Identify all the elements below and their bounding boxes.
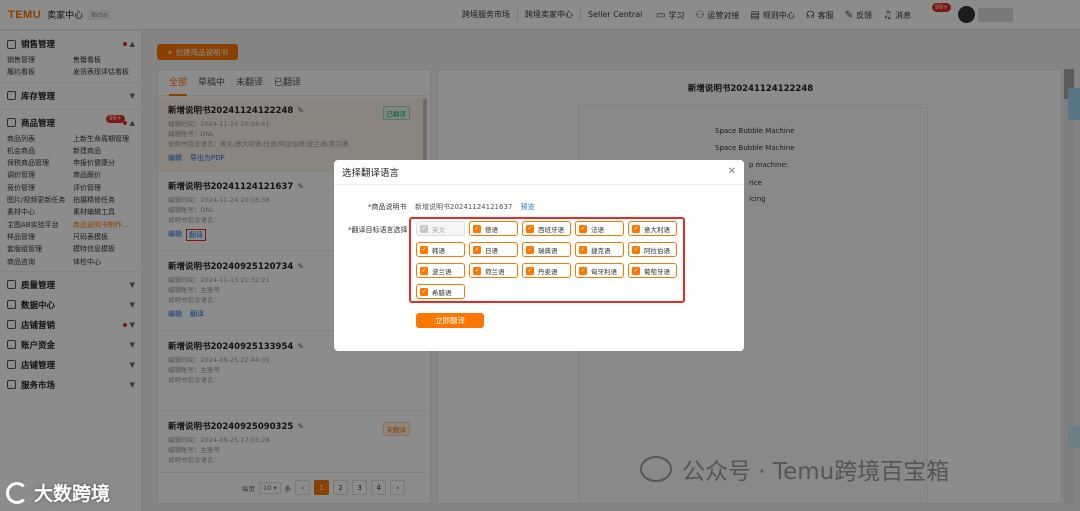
lang-option-english: ✓ 英文 bbox=[416, 221, 465, 236]
lang-label: 韩语 bbox=[432, 246, 445, 255]
wechat-icon bbox=[640, 456, 672, 482]
preview-link[interactable]: 预览 bbox=[521, 203, 535, 211]
lang-option-swedish[interactable]: ✓ 瑞典语 bbox=[522, 242, 571, 257]
lang-label: 西班牙语 bbox=[538, 225, 564, 234]
lang-option-italian[interactable]: ✓ 意大利语 bbox=[628, 221, 677, 236]
checkbox-icon: ✓ bbox=[526, 245, 534, 254]
checkbox-icon: ✓ bbox=[420, 245, 428, 254]
checkbox-icon: ✓ bbox=[473, 224, 481, 233]
lang-option-korean[interactable]: ✓ 韩语 bbox=[416, 242, 465, 257]
checkbox-icon: ✓ bbox=[420, 287, 428, 296]
checkbox-icon: ✓ bbox=[579, 266, 587, 275]
checkbox-icon: ✓ bbox=[632, 245, 640, 254]
lang-label: 葡萄牙语 bbox=[644, 267, 670, 276]
lang-label: 阿拉伯语 bbox=[644, 246, 670, 255]
lang-label: 希腊语 bbox=[432, 288, 452, 297]
watermark-right: 公众号 · Temu跨境百宝箱 bbox=[640, 452, 949, 486]
lang-option-portuguese[interactable]: ✓ 葡萄牙语 bbox=[628, 263, 677, 278]
checkbox-icon: ✓ bbox=[420, 266, 428, 275]
lang-label: 丹麦语 bbox=[538, 267, 558, 276]
doc-field-label: *商品说明书 bbox=[368, 203, 407, 211]
doc-field-value: 新增说明书20241124121637 预览 bbox=[415, 202, 535, 212]
checkbox-icon: ✓ bbox=[473, 245, 481, 254]
lang-label: 法语 bbox=[591, 225, 604, 234]
checkbox-icon: ✓ bbox=[420, 224, 428, 233]
lang-label: 意大利语 bbox=[644, 225, 670, 234]
dialog-title: 选择翻译语言 bbox=[334, 160, 744, 185]
lang-label: 瑞典语 bbox=[538, 246, 558, 255]
watermark-left: 大数跨境 bbox=[6, 479, 110, 506]
close-icon[interactable]: ✕ bbox=[728, 166, 736, 177]
lang-option-german[interactable]: ✓ 德语 bbox=[469, 221, 518, 236]
lang-option-greek[interactable]: ✓ 希腊语 bbox=[416, 284, 465, 299]
lang-option-french[interactable]: ✓ 法语 bbox=[575, 221, 624, 236]
checkbox-icon: ✓ bbox=[632, 266, 640, 275]
lang-option-arabic[interactable]: ✓ 阿拉伯语 bbox=[628, 242, 677, 257]
lang-option-czech[interactable]: ✓ 捷克语 bbox=[575, 242, 624, 257]
doc-name: 新增说明书20241124121637 bbox=[415, 203, 513, 211]
lang-label: 捷克语 bbox=[591, 246, 611, 255]
lang-label: 匈牙利语 bbox=[591, 267, 617, 276]
checkbox-icon: ✓ bbox=[473, 266, 481, 275]
lang-option-polish[interactable]: ✓ 波兰语 bbox=[416, 263, 465, 278]
checkbox-icon: ✓ bbox=[579, 224, 587, 233]
lang-option-spanish[interactable]: ✓ 西班牙语 bbox=[522, 221, 571, 236]
checkbox-icon: ✓ bbox=[579, 245, 587, 254]
watermark-left-text: 大数跨境 bbox=[34, 483, 111, 505]
lang-label: 荷兰语 bbox=[485, 267, 505, 276]
lang-field-label: *翻译目标语言选择 bbox=[348, 226, 408, 234]
checkbox-icon: ✓ bbox=[526, 266, 534, 275]
lang-label: 波兰语 bbox=[432, 267, 452, 276]
lang-label: 德语 bbox=[485, 225, 498, 234]
checkbox-icon: ✓ bbox=[526, 224, 534, 233]
lang-option-hungarian[interactable]: ✓ 匈牙利语 bbox=[575, 263, 624, 278]
watermark-right-text: 公众号 · Temu跨境百宝箱 bbox=[682, 459, 950, 485]
lang-field-label-row: *翻译目标语言选择 bbox=[348, 225, 408, 235]
lang-option-dutch[interactable]: ✓ 荷兰语 bbox=[469, 263, 518, 278]
translate-language-dialog: 选择翻译语言 ✕ *商品说明书 新增说明书20241124121637 预览 *… bbox=[334, 160, 744, 351]
lang-option-japanese[interactable]: ✓ 日语 bbox=[469, 242, 518, 257]
lang-option-danish[interactable]: ✓ 丹麦语 bbox=[522, 263, 571, 278]
doc-field-row: *商品说明书 bbox=[368, 202, 407, 212]
brand-ring-icon bbox=[6, 481, 28, 504]
translate-now-button[interactable]: 立即翻译 bbox=[416, 313, 484, 328]
lang-label: 英文 bbox=[432, 225, 445, 234]
checkbox-icon: ✓ bbox=[632, 224, 640, 233]
lang-label: 日语 bbox=[485, 246, 498, 255]
